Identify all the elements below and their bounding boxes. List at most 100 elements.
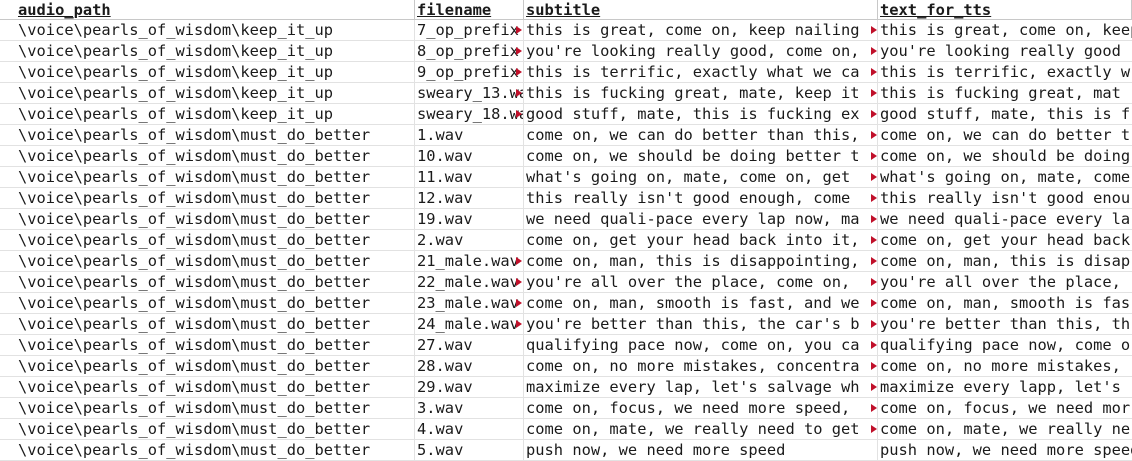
text-for-tts-cell[interactable]: come on, focus, we need mor — [878, 398, 1132, 418]
overflow-arrow-icon — [516, 47, 522, 55]
filename-cell[interactable]: 24_male.wav — [415, 314, 524, 334]
audio-path-cell[interactable]: \voice\pearls_of_wisdom\must_do_better — [0, 293, 415, 313]
text-for-tts-cell[interactable]: come on, get your head back — [878, 230, 1132, 250]
filename-cell[interactable]: 11.wav — [415, 167, 524, 187]
audio-path-cell[interactable]: \voice\pearls_of_wisdom\must_do_better — [0, 272, 415, 292]
column-header-audio-path[interactable]: audio_path — [0, 0, 415, 20]
filename-cell[interactable]: 9_op_prefix — [415, 62, 524, 82]
text-for-tts-cell[interactable]: come on, man, smooth is fas — [878, 293, 1132, 313]
text-for-tts-cell[interactable]: you're looking really good — [878, 41, 1132, 61]
text-for-tts-cell[interactable]: this is terrific, exactly w — [878, 62, 1132, 82]
audio-path-cell[interactable]: \voice\pearls_of_wisdom\keep_it_up — [0, 104, 415, 124]
table-row: \voice\pearls_of_wisdom\must_do_better 10… — [0, 146, 1132, 167]
filename-cell[interactable]: 10.wav — [415, 146, 524, 166]
text-for-tts-cell[interactable]: you're better than this, th — [878, 314, 1132, 334]
filename-cell[interactable]: 21_male.wav — [415, 251, 524, 271]
subtitle-cell[interactable]: what's going on, mate, come on, get — [524, 167, 878, 187]
audio-path-cell[interactable]: \voice\pearls_of_wisdom\must_do_better — [0, 356, 415, 376]
audio-path-cell[interactable]: \voice\pearls_of_wisdom\must_do_better — [0, 398, 415, 418]
filename-cell[interactable]: 7_op_prefix — [415, 20, 524, 40]
filename-cell[interactable]: 12.wav — [415, 188, 524, 208]
filename-cell[interactable]: 8_op_prefix — [415, 41, 524, 61]
text-for-tts-cell[interactable]: come on, man, this is disap — [878, 251, 1132, 271]
text-for-tts-cell[interactable]: maximize every lapp, let's — [878, 377, 1132, 397]
subtitle-cell[interactable]: push now, we need more speed — [524, 440, 878, 460]
subtitle-cell[interactable]: qualifying pace now, come on, you ca — [524, 335, 878, 355]
filename-cell[interactable]: 27.wav — [415, 335, 524, 355]
filename-cell[interactable]: 22_male.wav — [415, 272, 524, 292]
subtitle-cell[interactable]: come on, man, this is disappointing, — [524, 251, 878, 271]
overflow-arrow-icon — [871, 383, 877, 391]
text-for-tts-cell[interactable]: this is fucking great, mat — [878, 83, 1132, 103]
filename-cell[interactable]: 5.wav — [415, 440, 524, 460]
subtitle-cell[interactable]: you're looking really good, come on, — [524, 41, 878, 61]
audio-path-cell[interactable]: \voice\pearls_of_wisdom\keep_it_up — [0, 41, 415, 61]
subtitle-cell[interactable]: come on, man, smooth is fast, and we — [524, 293, 878, 313]
overflow-arrow-icon — [871, 89, 877, 97]
filename-cell[interactable]: 2.wav — [415, 230, 524, 250]
audio-path-cell[interactable]: \voice\pearls_of_wisdom\keep_it_up — [0, 62, 415, 82]
subtitle-cell[interactable]: come on, get your head back into it, — [524, 230, 878, 250]
overflow-arrow-icon — [871, 425, 877, 433]
subtitle-cell[interactable]: good stuff, mate, this is fucking ex — [524, 104, 878, 124]
text-for-tts-cell[interactable]: this really isn't good enou — [878, 188, 1132, 208]
subtitle-cell[interactable]: this is fucking great, mate, keep it — [524, 83, 878, 103]
subtitle-cell[interactable]: this is terrific, exactly what we ca — [524, 62, 878, 82]
text-for-tts-cell[interactable]: come on, no more mistakes, — [878, 356, 1132, 376]
audio-path-cell[interactable]: \voice\pearls_of_wisdom\must_do_better — [0, 377, 415, 397]
filename-cell[interactable]: sweary_18.wav — [415, 104, 524, 124]
filename-cell[interactable]: 28.wav — [415, 356, 524, 376]
filename-cell[interactable]: 1.wav — [415, 125, 524, 145]
subtitle-cell[interactable]: come on, we should be doing better t — [524, 146, 878, 166]
subtitle-cell[interactable]: come on, focus, we need more speed, — [524, 398, 878, 418]
filename-cell[interactable]: 29.wav — [415, 377, 524, 397]
audio-path-cell[interactable]: \voice\pearls_of_wisdom\must_do_better — [0, 419, 415, 439]
subtitle-cell[interactable]: we need quali-pace every lap now, ma — [524, 209, 878, 229]
overflow-arrow-icon — [871, 299, 877, 307]
filename-cell[interactable]: 4.wav — [415, 419, 524, 439]
text-for-tts-cell[interactable]: we need quali-pace every la — [878, 209, 1132, 229]
filename-cell[interactable]: sweary_13.wav — [415, 83, 524, 103]
audio-path-cell[interactable]: \voice\pearls_of_wisdom\must_do_better — [0, 335, 415, 355]
subtitle-cell[interactable]: maximize every lap, let's salvage wh — [524, 377, 878, 397]
column-header-filename[interactable]: filename — [415, 0, 524, 20]
filename-cell[interactable]: 23_male.wav — [415, 293, 524, 313]
overflow-arrow-icon — [871, 152, 877, 160]
subtitle-cell[interactable]: this is great, come on, keep nailing — [524, 20, 878, 40]
column-header-text-for-tts[interactable]: text_for_tts — [878, 0, 1132, 20]
subtitle-cell[interactable]: you're better than this, the car's b — [524, 314, 878, 334]
subtitle-cell[interactable]: you're all over the place, come on, — [524, 272, 878, 292]
subtitle-cell[interactable]: come on, we can do better than this, — [524, 125, 878, 145]
text-for-tts-cell[interactable]: good stuff, mate, this is f — [878, 104, 1132, 124]
audio-path-cell[interactable]: \voice\pearls_of_wisdom\keep_it_up — [0, 20, 415, 40]
text-for-tts-cell[interactable]: come on, mate, we really ne — [878, 419, 1132, 439]
subtitle-cell[interactable]: come on, mate, we really need to get — [524, 419, 878, 439]
audio-path-cell[interactable]: \voice\pearls_of_wisdom\must_do_better — [0, 188, 415, 208]
text-for-tts-cell[interactable]: you're all over the place, — [878, 272, 1132, 292]
audio-path-cell[interactable]: \voice\pearls_of_wisdom\must_do_better — [0, 146, 415, 166]
text-for-tts-cell[interactable]: this is great, come on, keep — [878, 20, 1132, 40]
overflow-arrow-icon — [516, 89, 522, 97]
overflow-arrow-icon — [871, 173, 877, 181]
audio-path-cell[interactable]: \voice\pearls_of_wisdom\must_do_better — [0, 251, 415, 271]
audio-path-cell[interactable]: \voice\pearls_of_wisdom\must_do_better — [0, 440, 415, 460]
audio-path-cell[interactable]: \voice\pearls_of_wisdom\must_do_better — [0, 230, 415, 250]
audio-path-cell[interactable]: \voice\pearls_of_wisdom\keep_it_up — [0, 83, 415, 103]
overflow-arrow-icon — [516, 320, 522, 328]
subtitle-cell[interactable]: come on, no more mistakes, concentra — [524, 356, 878, 376]
text-for-tts-cell[interactable]: push now, we need more speed — [878, 440, 1132, 460]
audio-path-cell[interactable]: \voice\pearls_of_wisdom\must_do_better — [0, 209, 415, 229]
subtitle-cell[interactable]: this really isn't good enough, come — [524, 188, 878, 208]
text-for-tts-cell[interactable]: what's going on, mate, come — [878, 167, 1132, 187]
text-for-tts-cell[interactable]: qualifying pace now, come o — [878, 335, 1132, 355]
filename-cell[interactable]: 3.wav — [415, 398, 524, 418]
text-for-tts-cell[interactable]: come on, we can do better t — [878, 125, 1132, 145]
column-header-subtitle[interactable]: subtitle — [524, 0, 878, 20]
text-for-tts-cell[interactable]: come on, we should be doing — [878, 146, 1132, 166]
table-row: \voice\pearls_of_wisdom\must_do_better 27… — [0, 335, 1132, 356]
audio-path-cell[interactable]: \voice\pearls_of_wisdom\must_do_better — [0, 314, 415, 334]
audio-path-cell[interactable]: \voice\pearls_of_wisdom\must_do_better — [0, 167, 415, 187]
overflow-arrow-icon — [871, 257, 877, 265]
audio-path-cell[interactable]: \voice\pearls_of_wisdom\must_do_better — [0, 125, 415, 145]
filename-cell[interactable]: 19.wav — [415, 209, 524, 229]
